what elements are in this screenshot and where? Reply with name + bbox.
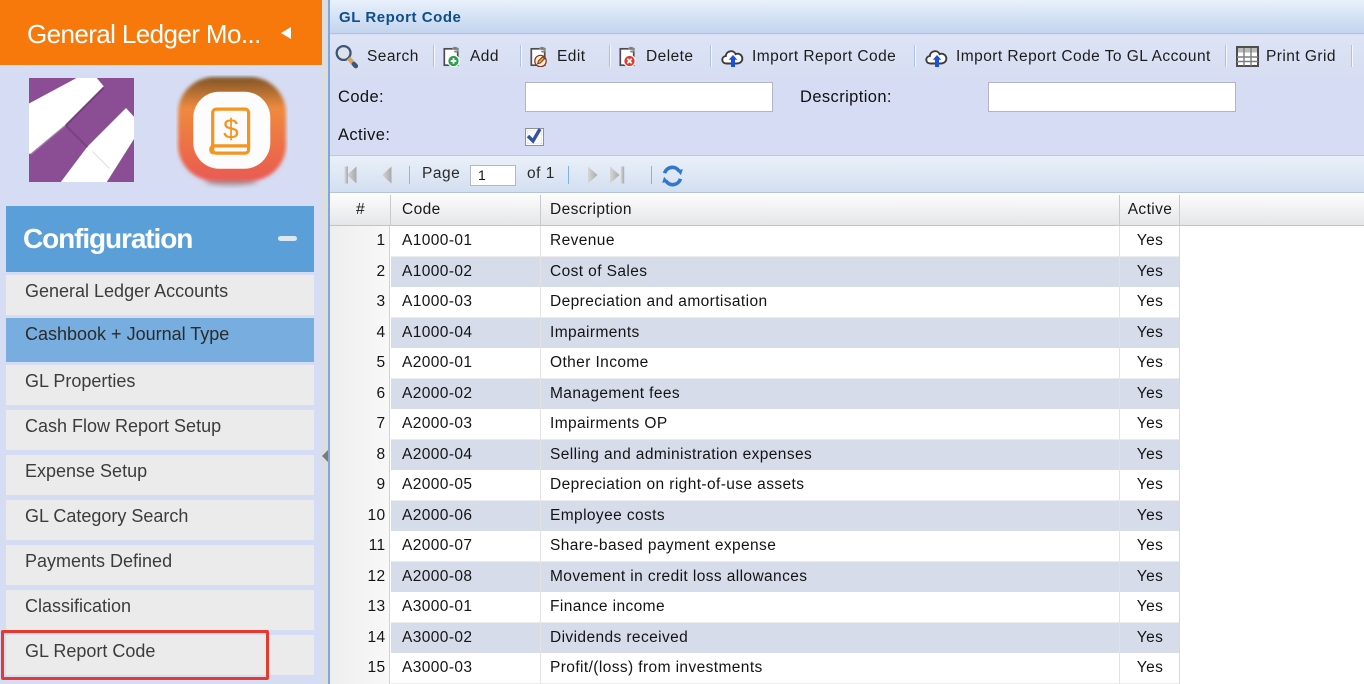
svg-text:$: $ [223,114,239,145]
